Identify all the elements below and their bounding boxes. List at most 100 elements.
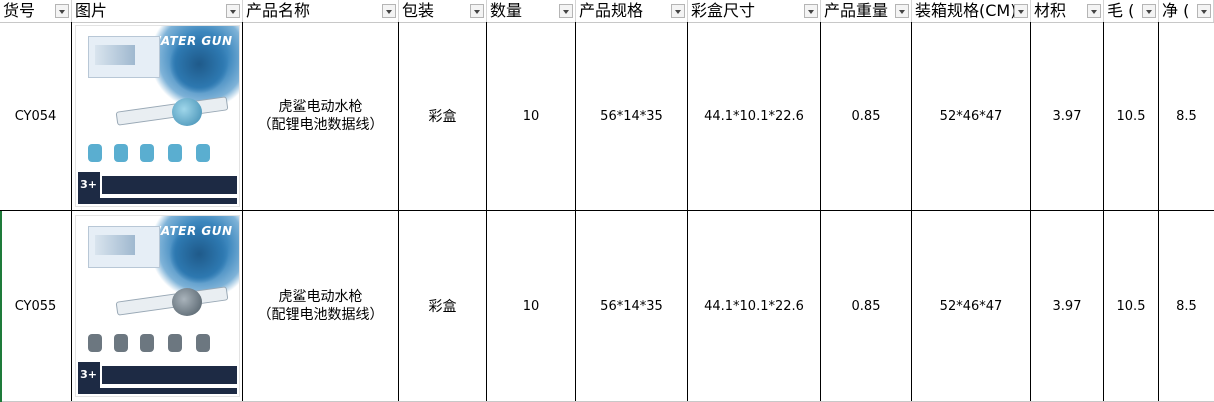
filter-dropdown-icon[interactable] [804,4,818,18]
cell-weight[interactable]: 0.85 [821,211,912,401]
sku-text: CY054 [14,108,57,124]
cell-weight[interactable]: 0.85 [821,22,912,210]
cell-gross-weight[interactable]: 10.5 [1104,22,1159,210]
filter-dropdown-icon[interactable] [382,4,396,18]
cell-net-weight[interactable]: 8.5 [1159,211,1214,401]
header-product-name[interactable]: 产品名称 [243,0,399,22]
spec-strip [101,176,237,194]
age-badge: 3+ [77,172,100,198]
footer-strip [77,388,237,394]
cell-quantity[interactable]: 10 [487,211,576,401]
gross-weight-text: 10.5 [1116,298,1146,314]
cell-product-name[interactable]: 虎鲨电动水枪 （配锂电池数据线） [243,22,399,210]
gross-weight-text: 10.5 [1116,108,1146,124]
accessory-graphic [87,334,102,352]
filter-dropdown-icon[interactable] [1087,4,1101,18]
header-product-spec[interactable]: 产品规格 [576,0,688,22]
sku-text: CY055 [14,298,57,314]
cell-gross-weight[interactable]: 10.5 [1104,211,1159,401]
header-label: 装箱规格(CM) [915,1,1017,20]
packaging-text: 彩盒 [428,109,457,125]
header-carton-spec[interactable]: 装箱规格(CM) [912,0,1031,22]
filter-dropdown-icon[interactable] [559,4,573,18]
carton-spec-text: 52*46*47 [939,108,1003,124]
header-volume[interactable]: 材积 [1031,0,1104,22]
cell-carton-spec[interactable]: 52*46*47 [912,211,1031,401]
filter-dropdown-icon[interactable] [1142,4,1156,18]
cell-packaging[interactable]: 彩盒 [399,22,487,210]
accessory-graphic [167,144,182,162]
table-row[interactable]: CY054 WATER GUN 3+ 虎鲨电动水枪 （配锂电池数据线） 彩盒 1… [0,22,1214,211]
header-net-weight[interactable]: 净 ( [1159,0,1214,22]
product-image[interactable]: WATER GUN 3+ [74,25,240,207]
filter-dropdown-icon[interactable] [226,4,240,18]
cell-packaging[interactable]: 彩盒 [399,211,487,401]
volume-text: 3.97 [1052,298,1082,314]
filter-dropdown-icon[interactable] [1014,4,1028,18]
product-spec-text: 56*14*35 [600,108,663,124]
header-label: 包装 [402,1,435,20]
product-name-line: 虎鲨电动水枪 [278,99,363,115]
header-box-size[interactable]: 彩盒尺寸 [688,0,821,22]
footer-strip [77,198,237,204]
row-selection-indicator [0,211,2,402]
filter-dropdown-icon[interactable] [671,4,685,18]
accessory-graphic [195,334,210,352]
header-label: 毛 ( [1107,1,1135,20]
weight-text: 0.85 [851,108,881,124]
quantity-text: 10 [522,298,540,314]
cell-image[interactable]: WATER GUN 3+ [72,211,243,401]
package-box-graphic [87,36,160,78]
cell-volume[interactable]: 3.97 [1031,211,1104,401]
header-weight[interactable]: 产品重量 [821,0,912,22]
carton-spec-text: 52*46*47 [939,298,1003,314]
spec-strip [101,366,237,384]
header-label: 产品名称 [246,1,311,20]
filter-dropdown-icon[interactable] [895,4,909,18]
accessory-graphic [113,144,128,162]
cell-volume[interactable]: 3.97 [1031,22,1104,210]
cell-sku[interactable]: CY055 [0,211,72,401]
accessory-graphic [113,334,128,352]
accessory-graphic [87,144,102,162]
cell-image[interactable]: WATER GUN 3+ [72,22,243,210]
image-brand-text: WATER GUN [147,224,233,238]
cell-box-size[interactable]: 44.1*10.1*22.6 [688,211,821,401]
header-gross-weight[interactable]: 毛 ( [1104,0,1159,22]
product-name-line: 虎鲨电动水枪 [278,289,363,305]
accessory-graphic [139,144,154,162]
filter-dropdown-icon[interactable] [55,4,69,18]
header-quantity[interactable]: 数量 [487,0,576,22]
net-weight-text: 8.5 [1176,108,1197,124]
filter-dropdown-icon[interactable] [1197,4,1211,18]
box-size-text: 44.1*10.1*22.6 [704,108,804,124]
cell-sku[interactable]: CY054 [0,22,72,210]
product-image[interactable]: WATER GUN 3+ [74,215,240,397]
header-label: 数量 [490,1,523,20]
header-sku[interactable]: 货号 [0,0,72,22]
box-size-text: 44.1*10.1*22.6 [704,298,804,314]
cell-product-name[interactable]: 虎鲨电动水枪 （配锂电池数据线） [243,211,399,401]
water-tank-graphic [171,288,202,316]
water-tank-graphic [171,98,202,126]
cell-product-spec[interactable]: 56*14*35 [576,22,688,210]
filter-dropdown-icon[interactable] [470,4,484,18]
header-label: 图片 [75,1,108,20]
cell-carton-spec[interactable]: 52*46*47 [912,22,1031,210]
packaging-text: 彩盒 [428,299,457,315]
header-label: 彩盒尺寸 [691,1,756,20]
table-row[interactable]: CY055 WATER GUN 3+ 虎鲨电动水枪 （配锂电池数据线） 彩盒 1… [0,211,1214,402]
age-badge: 3+ [77,362,100,388]
weight-text: 0.85 [851,298,881,314]
cell-net-weight[interactable]: 8.5 [1159,22,1214,210]
cell-quantity[interactable]: 10 [487,22,576,210]
header-image[interactable]: 图片 [72,0,243,22]
header-label: 产品规格 [579,1,644,20]
accessory-graphic [139,334,154,352]
cell-product-spec[interactable]: 56*14*35 [576,211,688,401]
header-label: 产品重量 [824,1,889,20]
header-label: 净 ( [1162,1,1190,20]
cell-box-size[interactable]: 44.1*10.1*22.6 [688,22,821,210]
product-spec-text: 56*14*35 [600,298,663,314]
header-packaging[interactable]: 包装 [399,0,487,22]
